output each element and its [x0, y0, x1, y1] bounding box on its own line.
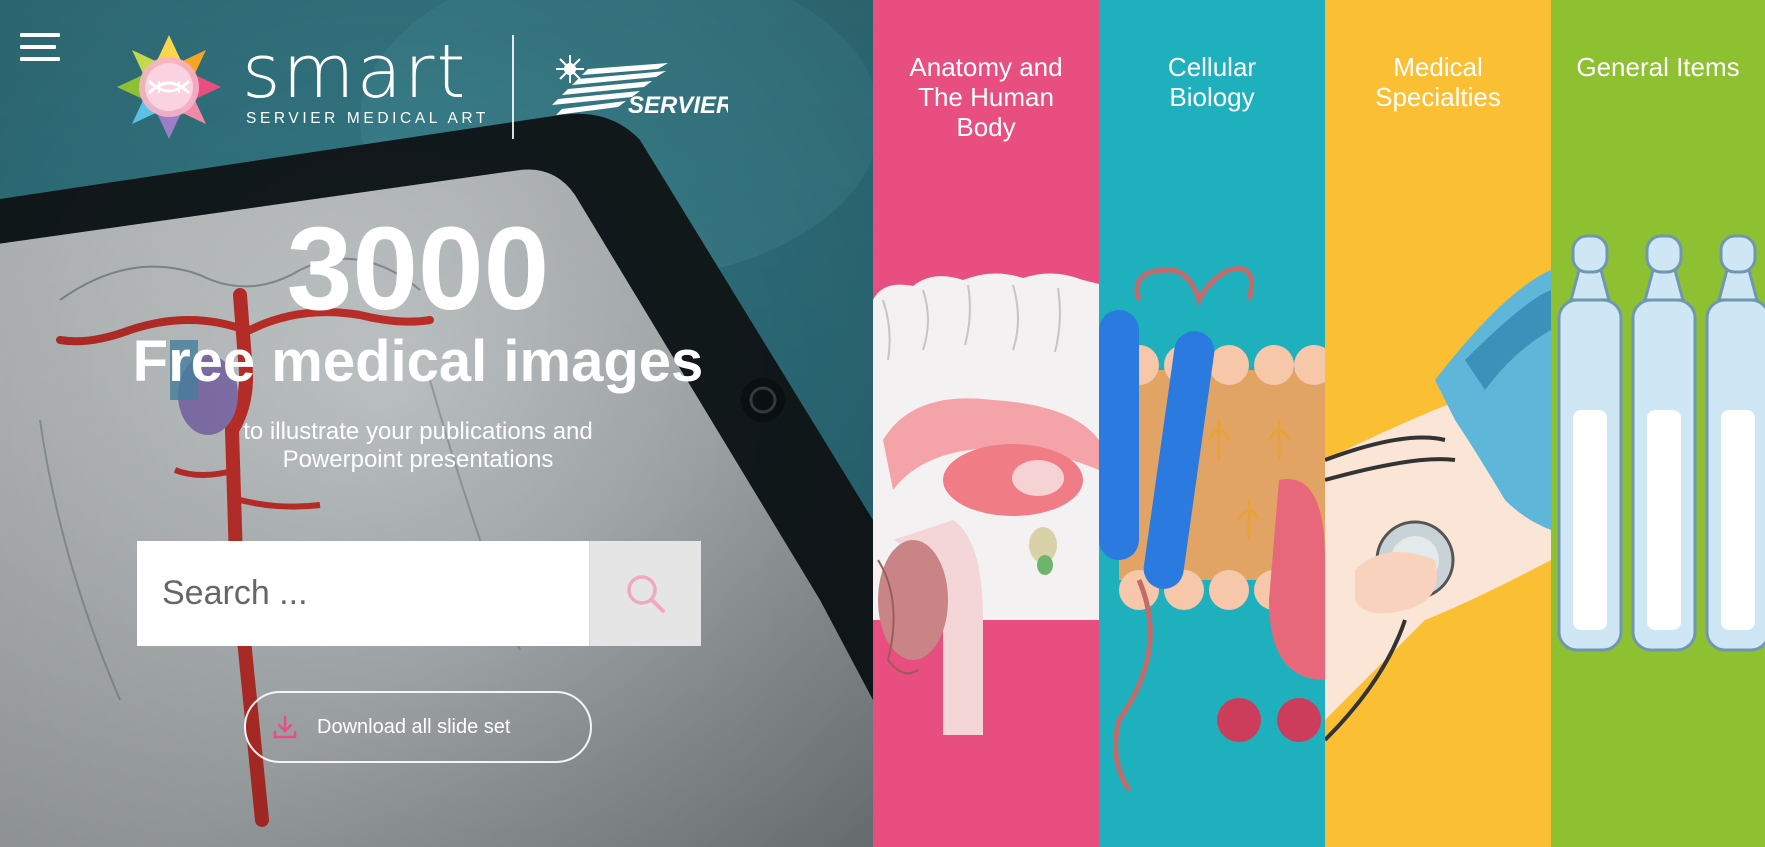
- hamburger-menu-icon[interactable]: [20, 33, 62, 67]
- ampoule: [1631, 234, 1697, 652]
- category-medical-specialties-title: Medical Specialties: [1375, 52, 1501, 112]
- brand-name: smart: [242, 29, 468, 115]
- category-general-items[interactable]: General Items: [1551, 0, 1765, 847]
- ampoules-illustration: [1557, 234, 1765, 652]
- search-input[interactable]: [137, 541, 589, 646]
- category-general-items-title: General Items: [1576, 52, 1740, 82]
- category-cellular-biology[interactable]: Cellular Biology: [1099, 0, 1325, 847]
- search-button[interactable]: [589, 541, 701, 646]
- page: smart SERVIER MEDICAL ART SERVIER 3000 F…: [0, 0, 1765, 847]
- servier-star-icon: [556, 55, 584, 83]
- cell-membrane-illustration: [1099, 266, 1325, 792]
- subtitle-line-1: to illustrate your publications and: [243, 418, 593, 445]
- category-anatomy-title: Anatomy and The Human Body: [909, 52, 1063, 142]
- smart-logo-icon: [117, 35, 221, 139]
- search-bar: [137, 541, 701, 646]
- stethoscope-illustration: [1325, 270, 1551, 742]
- category-anatomy[interactable]: Anatomy and The Human Body: [873, 0, 1099, 847]
- servier-logo[interactable]: SERVIER: [548, 55, 728, 125]
- download-icon: [273, 715, 297, 739]
- search-icon: [626, 574, 665, 613]
- logo-divider: [512, 35, 514, 139]
- category-columns: Anatomy and The Human Body Cellular Biol…: [873, 0, 1765, 847]
- headline: Free medical images: [132, 329, 704, 394]
- image-count: 3000: [286, 203, 550, 335]
- ampoule: [1705, 234, 1765, 652]
- ampoule: [1557, 234, 1623, 652]
- category-medical-specialties[interactable]: Medical Specialties: [1325, 0, 1551, 847]
- subtitle-line-2: Powerpoint presentations: [282, 446, 554, 473]
- hero-section: smart SERVIER MEDICAL ART SERVIER 3000 F…: [0, 0, 873, 847]
- download-all-button[interactable]: Download all slide set: [244, 691, 592, 763]
- download-all-label: Download all slide set: [317, 715, 511, 738]
- servier-logo-text: SERVIER: [628, 92, 728, 119]
- brand-subtitle: SERVIER MEDICAL ART: [246, 110, 489, 127]
- category-cellular-biology-title: Cellular Biology: [1167, 52, 1257, 112]
- headline-subtitle: to illustrate your publications and Powe…: [0, 418, 836, 474]
